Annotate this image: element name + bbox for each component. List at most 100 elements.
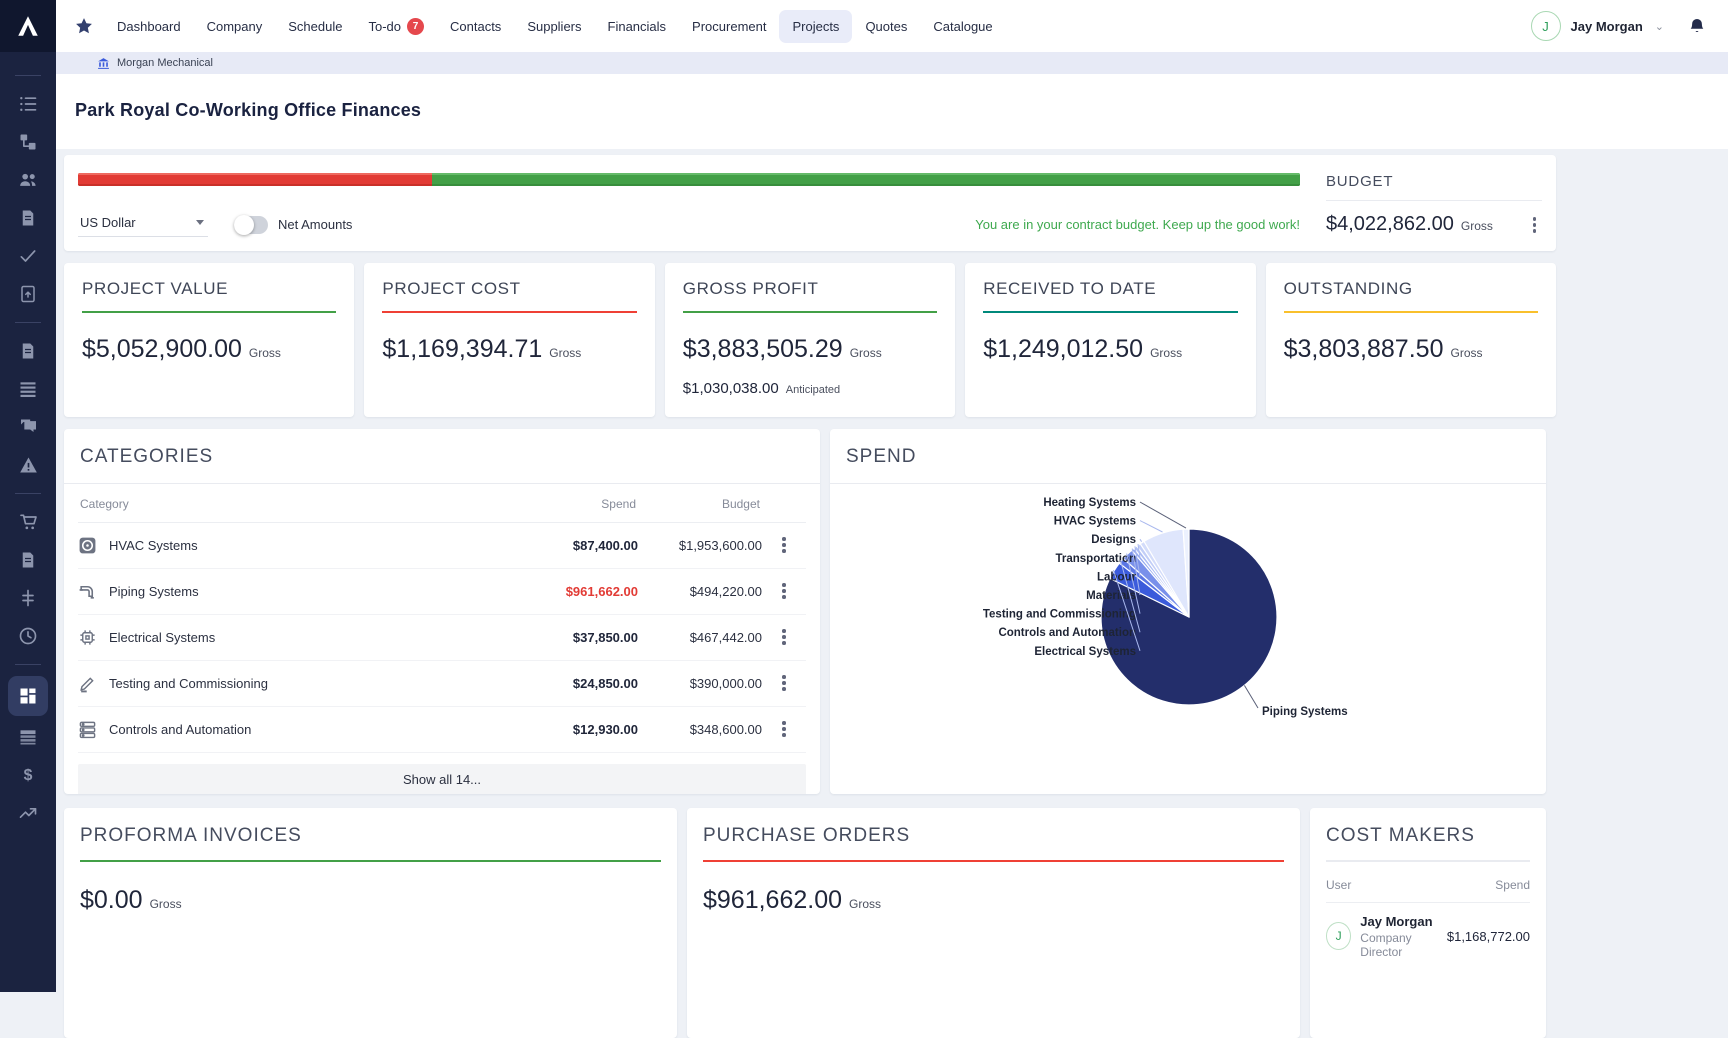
show-all-button[interactable]: Show all 14... [78,764,806,794]
nav-item-label: Contacts [450,19,501,34]
document-icon [19,341,37,361]
pie-label-materials: Materials [1086,590,1136,602]
kpi-label: PROJECT VALUE [82,279,336,299]
kpi-value-row: $5,052,900.00Gross [82,335,336,364]
sidebar-item-document[interactable] [8,336,48,366]
avatar[interactable]: J [1531,11,1561,41]
nav-item-company[interactable]: Company [194,10,276,43]
cost-maker-name: Jay Morgan [1360,914,1447,929]
category-spend: $37,850.00 [518,630,638,645]
content-area: US Dollar Net Amounts You are in your co… [56,149,1728,1038]
kpi-value: $3,883,505.29 [683,335,843,364]
row-kebab-menu[interactable] [776,671,792,695]
nav-item-projects[interactable]: Projects [779,10,852,43]
clock-icon [18,626,38,646]
sidebar-item-adjust[interactable] [8,583,48,613]
sidebar-item-chat[interactable] [8,412,48,442]
nav-item-schedule[interactable]: Schedule [275,10,355,43]
nav-item-catalogue[interactable]: Catalogue [920,10,1005,43]
nav-item-procurement[interactable]: Procurement [679,10,779,43]
sidebar-item-workflow[interactable] [8,127,48,157]
kpi-suffix: Gross [1150,346,1182,360]
nav-item-financials[interactable]: Financials [595,10,680,43]
rows-icon [18,379,38,399]
purchase-orders-value: $961,662.00 [703,886,842,915]
kpi-accent-underline [1284,311,1538,313]
proforma-invoices-card: PROFORMA INVOICES $0.00 Gross [64,808,677,1038]
svg-text:$: $ [24,767,33,784]
controls-icon [78,720,97,739]
proforma-value: $0.00 [80,886,143,915]
sidebar-item-users[interactable] [8,165,48,195]
sidebar-divider [15,322,41,323]
kpi-value-row: $3,883,505.29Gross [683,335,937,364]
sidebar-item-check[interactable] [8,241,48,271]
category-budget: $348,600.00 [638,722,762,737]
kpi-value-row: $1,249,012.50 Gross [983,335,1237,364]
currency-select[interactable]: US Dollar [78,213,208,237]
row-kebab-menu[interactable] [776,717,792,741]
sidebar-item-document[interactable] [8,545,48,575]
row-kebab-menu[interactable] [776,533,792,557]
sidebar-item-file-upload[interactable] [8,279,48,309]
categories-table-header: Category Spend Budget [78,484,806,523]
purchase-orders-title: PURCHASE ORDERS [703,825,910,846]
nav-item-to-do[interactable]: To-do7 [355,9,437,44]
row-kebab-menu[interactable] [776,579,792,603]
category-row-electrical-systems: Electrical Systems$37,850.00$467,442.00 [78,615,806,661]
cost-maker-row: JJay MorganCompany Director$1,168,772.00 [1326,914,1530,959]
kpi-label: RECEIVED TO DATE [983,279,1237,299]
net-amounts-toggle[interactable] [234,216,268,234]
favorite-star-icon[interactable] [74,16,94,36]
nav-item-label: Suppliers [527,19,581,34]
kpi-value: $1,249,012.50 [983,335,1143,364]
dashboard-icon [18,686,38,706]
category-spend: $87,400.00 [518,538,638,553]
sidebar-item-trend[interactable] [8,798,48,828]
app-logo[interactable] [0,0,56,52]
category-row-controls-and-automation: Controls and Automation$12,930.00$348,60… [78,707,806,753]
sidebar-item-cart[interactable] [8,507,48,537]
budget-kebab-menu[interactable] [1527,213,1543,237]
nav-item-contacts[interactable]: Contacts [437,10,514,43]
category-budget: $494,220.00 [638,584,762,599]
title-strip: Park Royal Co-Working Office Finances [56,74,1728,149]
sidebar-item-warning[interactable] [8,450,48,480]
kpi-accent-underline [683,311,937,313]
sidebar-item-rows[interactable] [8,374,48,404]
kpi-value: $1,169,394.71 [382,335,542,364]
sidebar-item-dashboard[interactable] [8,676,48,716]
category-budget: $1,953,600.00 [638,538,762,553]
users-icon [18,170,39,190]
budget-card: US Dollar Net Amounts You are in your co… [64,155,1556,251]
sidebar-item-list[interactable] [8,89,48,119]
table-icon [18,727,38,747]
kpi-suffix: Gross [249,346,281,360]
nav-item-suppliers[interactable]: Suppliers [514,10,594,43]
kpi-value-row: $1,169,394.71Gross [382,335,636,364]
electrical-icon [78,628,97,647]
cost-makers-header: User Spend [1326,878,1530,903]
col-budget: Budget [636,497,760,511]
caret-down-icon [196,220,204,225]
sidebar-item-dollar[interactable]: $ [8,760,48,790]
nav-item-label: Schedule [288,19,342,34]
breadcrumb-company[interactable]: Morgan Mechanical [117,57,213,69]
nav-item-quotes[interactable]: Quotes [852,10,920,43]
sidebar-item-document[interactable] [8,203,48,233]
nav-item-label: Projects [792,19,839,34]
kpi-secondary-row: $1,030,038.00Anticipated [683,380,937,397]
pie-label-designs: Designs [1091,534,1136,546]
sidebar-divider [15,664,41,665]
user-menu[interactable]: Jay Morgan [1571,19,1643,34]
notifications-bell-icon[interactable] [1688,17,1706,36]
sidebar-item-clock[interactable] [8,621,48,651]
dollar-icon: $ [18,765,38,785]
kpi-accent-underline [382,311,636,313]
row-kebab-menu[interactable] [776,625,792,649]
col-spend: Spend [516,497,636,511]
nav-item-dashboard[interactable]: Dashboard [104,10,194,43]
nav-item-label: Financials [608,19,667,34]
top-navigation: DashboardCompany Schedule To-do7 Contacts Su… [56,0,1728,52]
sidebar-item-table[interactable] [8,722,48,752]
